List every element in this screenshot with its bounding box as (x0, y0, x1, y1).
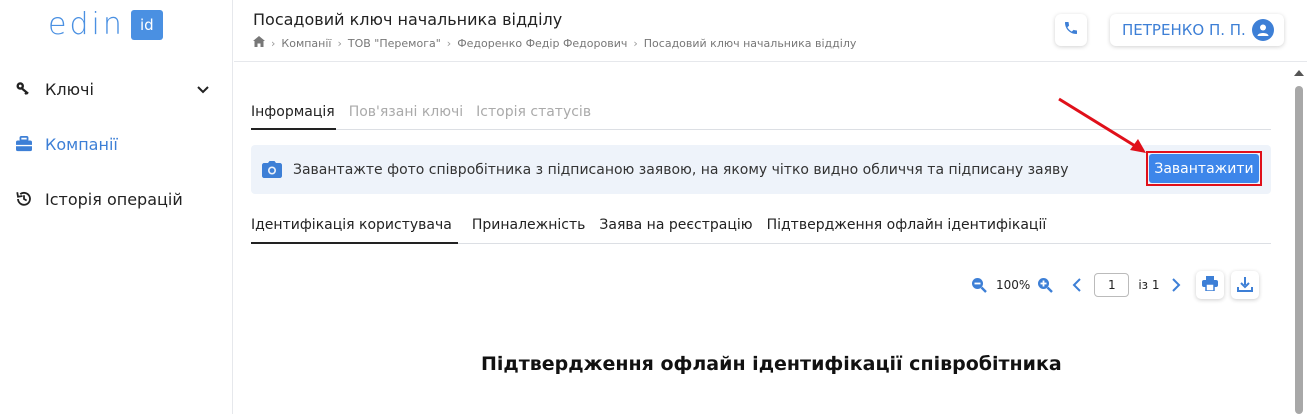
banner-message: Завантажте фото співробітника з підписан… (293, 161, 1069, 178)
download-icon (1237, 276, 1254, 295)
page-number-input[interactable]: 1 (1094, 273, 1130, 297)
tab-registration-application[interactable]: Заява на реєстрацію (599, 214, 752, 244)
user-name: ПЕТРЕНКО П. П. (1122, 21, 1246, 39)
breadcrumb-item[interactable]: Федоренко Федір Федорович (457, 37, 627, 50)
document-heading: Підтвердження офлайн ідентифікації співр… (481, 353, 1062, 375)
home-icon[interactable] (253, 36, 265, 50)
key-icon (13, 79, 35, 99)
breadcrumb-item[interactable]: Компанії (281, 37, 331, 50)
logo-badge: id (130, 10, 163, 40)
breadcrumb-item[interactable]: ТОВ "Перемога" (348, 37, 441, 50)
page-title: Посадовий ключ начальника відділу (253, 10, 563, 29)
chevron-right-icon: › (446, 36, 452, 50)
chevron-left-icon[interactable] (1068, 276, 1086, 294)
sidebar-item-history[interactable]: Історія операцій (13, 184, 218, 214)
print-button[interactable] (1196, 271, 1225, 299)
sidebar-item-label: Ключі (45, 79, 94, 99)
tab-affiliation[interactable]: Приналежність (472, 214, 586, 244)
sidebar: edin id Ключі Компанії Історія операцій (0, 0, 233, 414)
sidebar-item-label: Компанії (45, 134, 118, 154)
avatar (1252, 19, 1274, 41)
upload-button[interactable]: Завантажити (1149, 154, 1259, 183)
scrollbar[interactable] (1291, 62, 1307, 414)
chevron-right-icon: › (337, 36, 342, 50)
tab-offline-identification[interactable]: Підтвердження офлайн ідентифікації (767, 214, 1047, 244)
chevron-right-icon: › (633, 36, 638, 50)
history-icon (13, 189, 35, 209)
breadcrumb: › Компанії › ТОВ "Перемога" › Федоренко … (253, 36, 856, 50)
edin-logo[interactable]: edin id (48, 8, 163, 42)
chevron-right-icon: › (271, 36, 276, 50)
zoom-level: 100% (996, 278, 1031, 292)
annotation-arrow (1058, 97, 1146, 153)
tab-user-identification[interactable]: Ідентифікація користувача (251, 214, 458, 244)
download-button[interactable] (1231, 271, 1260, 299)
sidebar-item-keys[interactable]: Ключі (13, 74, 218, 104)
scroll-up-icon[interactable] (1294, 70, 1304, 76)
tab-status-history[interactable]: Історія статусів (476, 100, 591, 130)
user-menu-button[interactable]: ПЕТРЕНКО П. П. (1110, 14, 1284, 46)
chevron-down-icon[interactable] (196, 82, 210, 101)
viewer-toolbar: 100% 1 із 1 (970, 270, 1260, 300)
scrollbar-thumb[interactable] (1295, 86, 1303, 414)
document-tabs: Ідентифікація користувача Приналежність … (251, 214, 1271, 244)
briefcase-icon (13, 134, 35, 154)
breadcrumb-item-current: Посадовий ключ начальника відділу (643, 36, 857, 50)
sidebar-item-companies[interactable]: Компанії (13, 129, 218, 159)
zoom-in-icon[interactable] (1036, 276, 1054, 294)
header: Посадовий ключ начальника відділу › Комп… (234, 0, 1307, 62)
zoom-out-icon[interactable] (970, 276, 988, 294)
phone-icon (1063, 20, 1079, 40)
printer-icon (1202, 276, 1219, 294)
logo-text: edin (48, 7, 125, 42)
sidebar-item-label: Історія операцій (45, 189, 183, 209)
tab-information[interactable]: Інформація (251, 100, 336, 130)
tab-related-keys[interactable]: Пов'язані ключі (349, 100, 463, 130)
chevron-right-icon[interactable] (1167, 276, 1185, 294)
camera-icon (262, 161, 282, 179)
page-total: із 1 (1138, 278, 1160, 292)
phone-button[interactable] (1055, 14, 1087, 46)
